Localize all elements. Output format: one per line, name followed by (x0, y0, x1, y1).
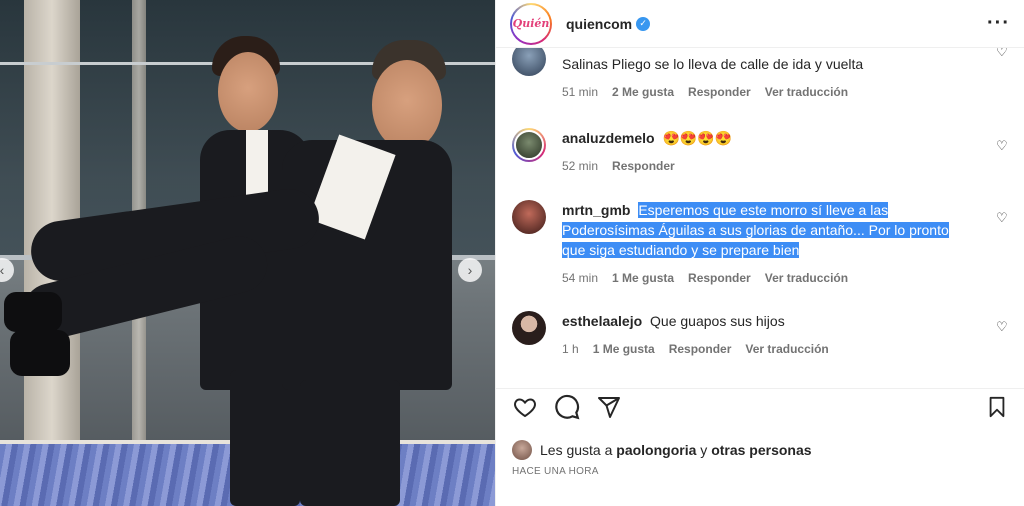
comment-like-heart-icon[interactable]: ♡ (996, 211, 1008, 224)
quien-logo: Quién (512, 17, 550, 30)
comment-text: 😍😍😍😍 (662, 130, 733, 146)
likes-summary: Les gusta a paolongoria y otras personas (512, 440, 812, 460)
liker-username[interactable]: paolongoria (616, 442, 696, 458)
reply-button[interactable]: Responder (688, 268, 751, 288)
comment-avatar[interactable] (512, 311, 546, 345)
reply-button[interactable]: Responder (669, 339, 732, 359)
comment-text-highlighted: Esperemos que este morro sí lleve a las (638, 202, 889, 218)
comment-time: 51 min (562, 85, 599, 99)
comment-item: mrtn_gmb Esperemos que este morro sí lle… (512, 200, 1008, 288)
comment-item: analuzdemelo 😍😍😍😍 52 min Responder ♡ (512, 128, 1008, 176)
comment-username[interactable]: mrtn_gmb (562, 202, 630, 218)
post-username[interactable]: quiencom (566, 16, 632, 32)
comment-username[interactable]: analuzdemelo (562, 130, 655, 146)
reply-button[interactable]: Responder (612, 156, 675, 176)
next-image-button[interactable]: › (458, 258, 482, 282)
comment-item: Salinas Pliego se lo lleva de calle de i… (512, 48, 1008, 102)
likes-prefix: Les gusta a (540, 442, 613, 458)
comments-list: Salinas Pliego se lo lleva de calle de i… (496, 48, 1024, 388)
comment-item: esthelaalejo Que guapos sus hijos 1 h 1 … (512, 311, 1008, 359)
comment-meta: 1 h 1 Me gusta Responder Ver traducción (562, 339, 1008, 359)
post-details-panel: Quién quiencom ✓ ··· Salinas Pliego se l… (495, 0, 1024, 506)
heart-icon[interactable] (512, 395, 538, 419)
comment-likes-count[interactable]: 2 Me gusta (612, 82, 674, 102)
comment-username[interactable]: esthelaalejo (562, 313, 642, 329)
comment-time: 52 min (562, 159, 599, 173)
translate-button[interactable]: Ver traducción (745, 339, 828, 359)
comment-like-heart-icon[interactable]: ♡ (996, 139, 1008, 152)
post-timestamp: HACE UNA HORA (512, 466, 599, 477)
comment-meta: 51 min 2 Me gusta Responder Ver traducci… (562, 82, 1008, 102)
more-options-icon[interactable]: ··· (987, 12, 1010, 35)
comment-avatar[interactable] (512, 48, 546, 76)
comment-text-highlighted: que siga estudiando y se prepare bien (562, 242, 800, 258)
person-older-man (0, 30, 495, 506)
comment-like-heart-icon[interactable]: ♡ (996, 320, 1008, 333)
comment-likes-count[interactable]: 1 Me gusta (612, 268, 674, 288)
comment-icon[interactable] (554, 394, 580, 420)
liker-avatar[interactable] (512, 440, 532, 460)
comment-text-cut (562, 48, 1008, 50)
comment-time: 54 min (562, 271, 599, 285)
post-actions (512, 394, 1008, 420)
post-header: Quién quiencom ✓ ··· (496, 0, 1024, 48)
comment-text: Salinas Pliego se lo lleva de calle de i… (562, 56, 864, 72)
comment-meta: 52 min Responder (562, 156, 1008, 176)
divider (496, 388, 1024, 389)
post-image[interactable]: ‹ › (0, 0, 495, 506)
translate-button[interactable]: Ver traducción (765, 268, 848, 288)
translate-button[interactable]: Ver traducción (765, 82, 848, 102)
comment-meta: 54 min 1 Me gusta Responder Ver traducci… (562, 268, 1008, 288)
share-icon[interactable] (596, 395, 622, 419)
comment-avatar[interactable] (512, 200, 546, 234)
comment-avatar[interactable] (512, 128, 546, 162)
comment-likes-count[interactable]: 1 Me gusta (593, 339, 655, 359)
verified-badge-icon: ✓ (636, 16, 651, 31)
profile-avatar[interactable]: Quién (510, 2, 552, 45)
bookmark-icon[interactable] (986, 395, 1008, 419)
comment-time: 1 h (562, 342, 579, 356)
comment-text: Que guapos sus hijos (650, 313, 785, 329)
comment-like-heart-icon[interactable]: ♡ (996, 48, 1008, 58)
reply-button[interactable]: Responder (688, 82, 751, 102)
likes-joiner: y (700, 442, 708, 458)
likes-others-link[interactable]: otras personas (711, 442, 811, 458)
comment-text-highlighted: Poderosísimas Águilas a sus glorias de a… (562, 222, 949, 238)
